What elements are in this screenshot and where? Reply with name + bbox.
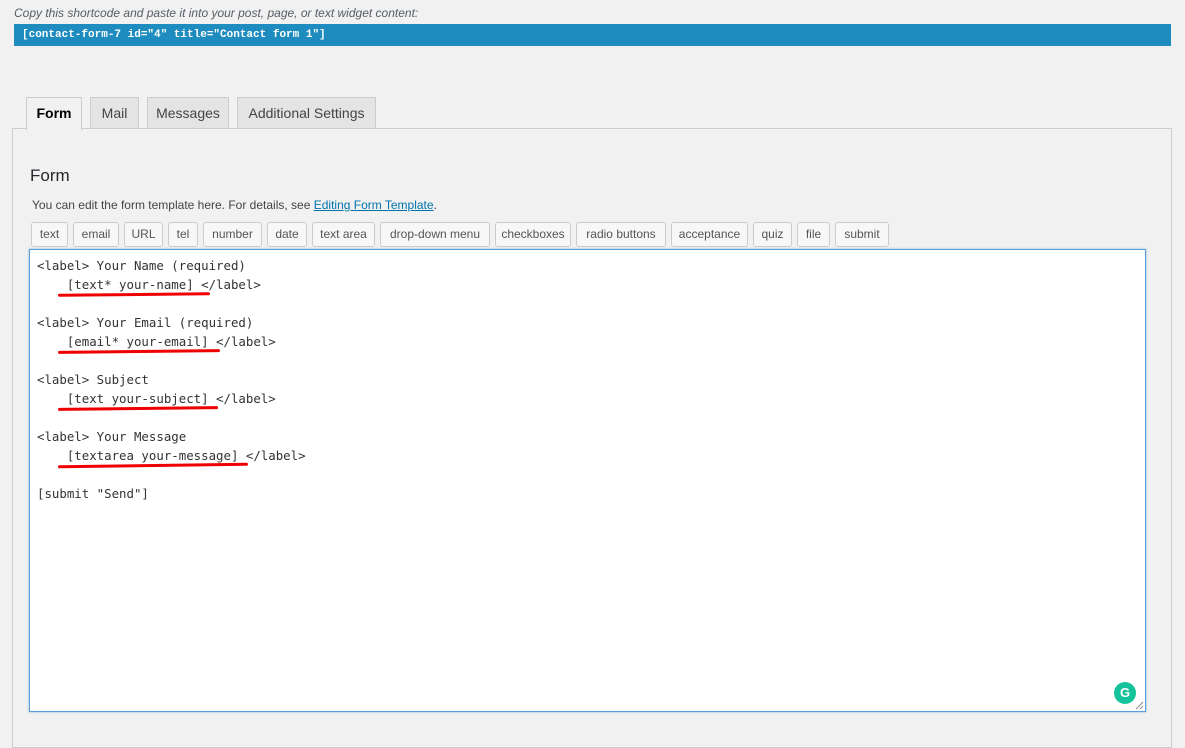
tag-button-number[interactable]: number <box>203 222 262 247</box>
shortcode-hint: Copy this shortcode and paste it into yo… <box>14 6 419 20</box>
grammarly-icon[interactable]: G <box>1114 682 1136 704</box>
tab-mail[interactable]: Mail <box>90 97 139 128</box>
code-line: [text* your-name] </label> <box>37 277 261 292</box>
tag-button-text-area[interactable]: text area <box>312 222 375 247</box>
tag-button-quiz[interactable]: quiz <box>753 222 792 247</box>
shortcode-field[interactable]: [contact-form-7 id="4" title="Contact fo… <box>14 24 1171 46</box>
code-line: <label> Your Email (required) <box>37 315 254 330</box>
code-line: <label> Your Message <box>37 429 187 444</box>
tag-button-email[interactable]: email <box>73 222 119 247</box>
panel-description: You can edit the form template here. For… <box>32 198 437 212</box>
code-line: [text your-subject] </label> <box>37 391 276 406</box>
code-line: [textarea your-message] </label> <box>37 448 306 463</box>
form-template-editor[interactable]: <label> Your Name (required) [text* your… <box>29 249 1146 712</box>
tag-button-tel[interactable]: tel <box>168 222 198 247</box>
description-text: You can edit the form template here. For… <box>32 198 314 212</box>
code-line: [email* your-email] </label> <box>37 334 276 349</box>
tab-messages[interactable]: Messages <box>147 97 229 128</box>
code-line: [submit "Send"] <box>37 486 149 501</box>
description-suffix: . <box>433 198 437 212</box>
tag-button-checkboxes[interactable]: checkboxes <box>495 222 571 247</box>
tag-button-acceptance[interactable]: acceptance <box>671 222 748 247</box>
tag-button-drop-down-menu[interactable]: drop-down menu <box>380 222 490 247</box>
tab-additional-settings[interactable]: Additional Settings <box>237 97 376 128</box>
code-line: <label> Your Name (required) <box>37 258 246 273</box>
editing-form-template-link[interactable]: Editing Form Template <box>314 198 434 212</box>
tag-button-date[interactable]: date <box>267 222 307 247</box>
tag-button-text[interactable]: text <box>31 222 68 247</box>
tab-form[interactable]: Form <box>26 97 82 130</box>
code-line: <label> Subject <box>37 372 149 387</box>
form-panel: Form You can edit the form template here… <box>12 128 1172 748</box>
tag-button-url[interactable]: URL <box>124 222 163 247</box>
resize-handle-icon[interactable] <box>1135 701 1144 710</box>
tag-button-radio-buttons[interactable]: radio buttons <box>576 222 666 247</box>
panel-title: Form <box>30 166 70 185</box>
tag-button-file[interactable]: file <box>797 222 830 247</box>
tag-button-submit[interactable]: submit <box>835 222 889 247</box>
